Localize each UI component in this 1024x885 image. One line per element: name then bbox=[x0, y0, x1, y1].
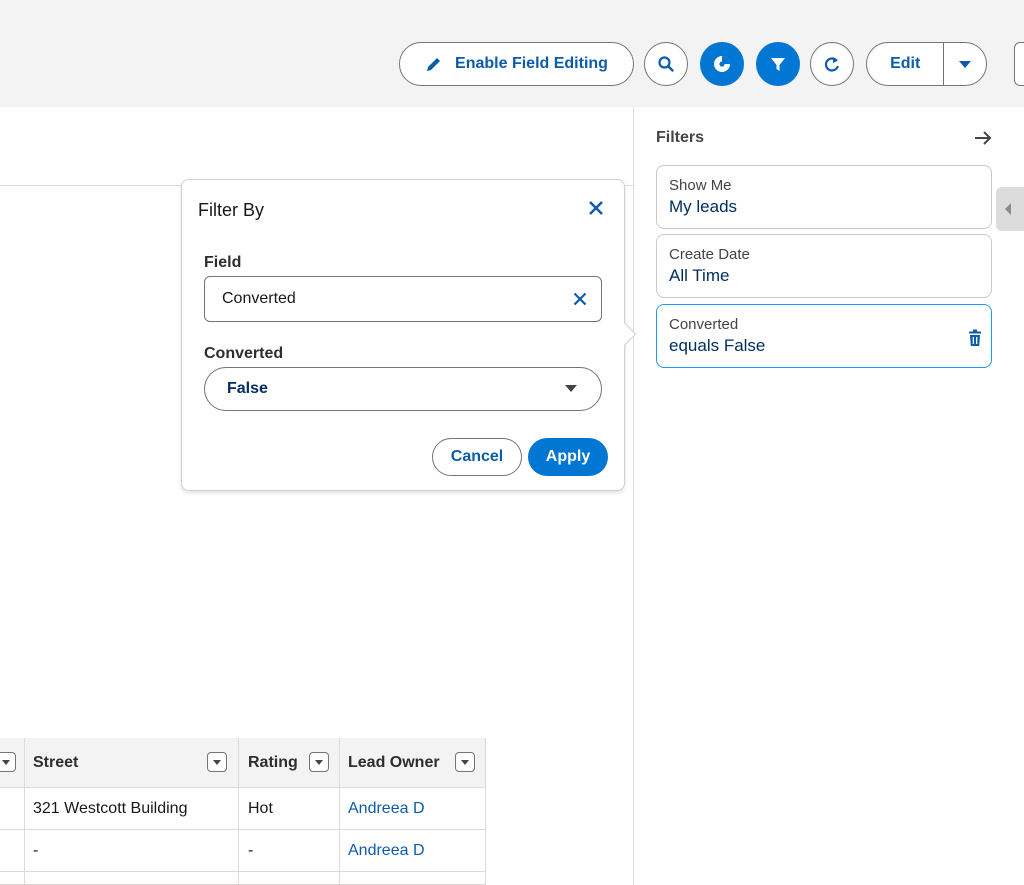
edit-label: Edit bbox=[890, 55, 921, 72]
chevron-down-icon bbox=[959, 61, 972, 68]
column-header-label: Rating bbox=[248, 753, 298, 771]
search-button[interactable] bbox=[644, 42, 688, 86]
table-cell bbox=[0, 788, 25, 830]
column-header-rating[interactable]: Rating bbox=[239, 738, 340, 788]
filter-label: Show Me bbox=[669, 177, 732, 194]
filters-title: Filters bbox=[656, 129, 705, 146]
partial-toolbar-button[interactable] bbox=[1014, 42, 1024, 86]
field-label: Field bbox=[204, 254, 242, 271]
column-menu-button[interactable] bbox=[0, 752, 16, 772]
column-menu-button[interactable] bbox=[309, 752, 329, 772]
column-menu-button[interactable] bbox=[455, 752, 475, 772]
cell-text: - bbox=[248, 841, 254, 859]
value-select[interactable]: False bbox=[204, 367, 602, 411]
popover-title: Filter By bbox=[198, 200, 265, 220]
edit-menu-button[interactable] bbox=[944, 43, 986, 85]
value-select-selected: False bbox=[227, 380, 268, 397]
field-input-value: Converted bbox=[222, 290, 296, 307]
table-cell-rating: Hot bbox=[239, 788, 340, 830]
field-input[interactable]: Converted bbox=[204, 276, 602, 322]
table-cell-owner: Andreea D bbox=[340, 830, 486, 872]
cancel-button[interactable]: Cancel bbox=[432, 438, 522, 476]
table-cell bbox=[0, 830, 25, 872]
column-header-label: Street bbox=[33, 753, 79, 771]
filter-show-me[interactable]: Show Me My leads bbox=[656, 165, 992, 229]
edit-button-group: Edit bbox=[866, 42, 987, 86]
column-header-label: Lead Owner bbox=[348, 753, 440, 771]
column-header-lead-owner[interactable]: Lead Owner bbox=[340, 738, 486, 788]
cell-text: - bbox=[33, 841, 39, 859]
table-cell-owner: Andreea D bbox=[340, 788, 486, 830]
filter-popover: Filter By Field Converted Converted Fals… bbox=[181, 179, 625, 491]
trash-icon[interactable] bbox=[967, 329, 983, 347]
apply-button[interactable]: Apply bbox=[528, 438, 608, 476]
cell-text: Hot bbox=[248, 799, 273, 817]
table-cell-rating: - bbox=[239, 830, 340, 872]
table-cell-street: 321 Westcott Building bbox=[25, 788, 239, 830]
filter-create-date[interactable]: Create Date All Time bbox=[656, 234, 992, 298]
chevron-down-icon bbox=[461, 759, 469, 765]
funnel-icon bbox=[771, 58, 785, 71]
chevron-down-icon bbox=[315, 759, 323, 765]
pie-chart-icon bbox=[714, 56, 730, 72]
cell-text: 321 Westcott Building bbox=[33, 799, 188, 817]
column-menu-button[interactable] bbox=[207, 752, 227, 772]
filter-value: All Time bbox=[669, 266, 730, 285]
lead-owner-link[interactable]: Andreea D bbox=[348, 800, 425, 818]
refresh-button[interactable] bbox=[810, 42, 854, 86]
table-cell bbox=[25, 872, 239, 885]
table-cell-street: - bbox=[25, 830, 239, 872]
clear-icon[interactable] bbox=[573, 292, 587, 306]
lead-owner-link[interactable]: Andreea D bbox=[348, 842, 425, 860]
close-icon[interactable] bbox=[588, 200, 604, 216]
chart-button[interactable] bbox=[700, 42, 744, 86]
enable-field-editing-label: Enable Field Editing bbox=[455, 55, 608, 72]
filter-label: Create Date bbox=[669, 246, 750, 263]
edit-button[interactable]: Edit bbox=[867, 43, 945, 85]
table-cell bbox=[0, 872, 25, 885]
apply-label: Apply bbox=[545, 448, 591, 465]
column-header-street[interactable]: Street bbox=[25, 738, 239, 788]
refresh-icon bbox=[824, 57, 839, 72]
filter-value: My leads bbox=[669, 197, 738, 216]
filter-button[interactable] bbox=[756, 42, 800, 86]
search-icon bbox=[658, 56, 674, 72]
side-panel-toggle[interactable] bbox=[996, 187, 1024, 231]
enable-field-editing-button[interactable]: Enable Field Editing bbox=[399, 42, 634, 86]
column-header-partial bbox=[0, 738, 25, 788]
table-cell bbox=[239, 872, 340, 885]
filter-label: Converted bbox=[669, 316, 739, 333]
filter-converted[interactable]: Converted equals False bbox=[656, 304, 992, 368]
collapse-arrow-icon[interactable] bbox=[973, 130, 993, 146]
value-label: Converted bbox=[204, 345, 284, 362]
pencil-icon bbox=[427, 58, 441, 71]
chevron-down-icon bbox=[2, 759, 10, 765]
chevron-left-icon bbox=[1005, 203, 1011, 215]
filters-panel: Filters Show Me My leads Create Date All… bbox=[634, 107, 1024, 885]
table-cell bbox=[340, 872, 486, 885]
chevron-down-icon bbox=[213, 759, 221, 765]
cancel-label: Cancel bbox=[450, 448, 504, 465]
toolbar: Enable Field Editing Edit bbox=[0, 0, 1024, 107]
chevron-down-icon bbox=[565, 385, 577, 392]
filter-value: equals False bbox=[669, 336, 766, 355]
